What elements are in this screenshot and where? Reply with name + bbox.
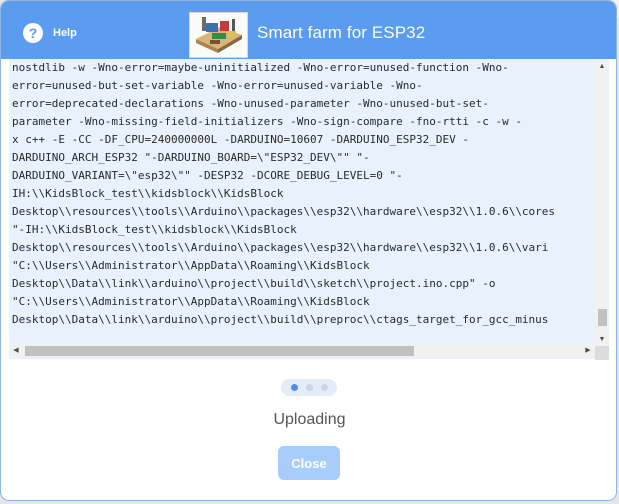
log-line: "C:\\Users\\Administrator\\AppData\\Roam…	[12, 295, 370, 308]
upload-status-text: Uploading	[273, 411, 346, 428]
scroll-up-arrow-icon[interactable]: ▲	[595, 59, 609, 73]
help-label: Help	[53, 27, 77, 39]
log-line: error=unused-but-set-variable -Wno-error…	[12, 79, 423, 92]
close-button[interactable]: Close	[278, 446, 340, 480]
scroll-left-arrow-icon[interactable]: ◀	[9, 343, 23, 357]
help-button[interactable]: ? Help	[23, 23, 77, 43]
progress-dot-active	[290, 384, 298, 391]
dialog-title: Smart farm for ESP32	[257, 23, 426, 42]
scroll-right-arrow-icon[interactable]: ▶	[581, 343, 595, 357]
log-line: Desktop\\resources\\tools\\Arduino\\pack…	[12, 205, 556, 218]
device-thumbnail	[189, 12, 248, 58]
log-line: DARDUINO_VARIANT=\"esp32\"" -DESP32 -DCO…	[12, 169, 403, 182]
log-line: DARDUINO_ARCH_ESP32 "-DARDUINO_BOARD=\"E…	[12, 151, 370, 164]
horizontal-scroll-thumb[interactable]	[25, 346, 414, 356]
scrollbar-corner	[595, 346, 609, 360]
progress-steps	[281, 379, 337, 396]
log-line: error=deprecated-declarations -Wno-unuse…	[12, 97, 489, 110]
vertical-scrollbar[interactable]: ▲ ▼	[595, 59, 609, 346]
log-line: x c++ -E -CC -DF_CPU=240000000L -DARDUIN…	[12, 133, 469, 146]
device-thumbnail-image	[196, 17, 242, 53]
log-line: Desktop\\Data\\link\\arduino\\project\\b…	[12, 313, 549, 326]
upload-log-panel[interactable]: nostdlib -w -Wno-error=maybe-uninitializ…	[9, 59, 609, 360]
progress-dot	[320, 384, 328, 391]
dialog-header: ? Help Smart farm for ESP32	[1, 1, 616, 59]
log-line: nostdlib -w -Wno-error=maybe-uninitializ…	[12, 61, 509, 74]
upload-dialog: ? Help Smart farm for ESP32 nostdlib -w …	[0, 0, 617, 501]
log-line: Desktop\\resources\\tools\\Arduino\\pack…	[12, 241, 549, 254]
log-line: Desktop\\Data\\link\\arduino\\project\\b…	[12, 277, 496, 290]
progress-dot	[305, 384, 313, 391]
log-line: parameter -Wno-missing-field-initializer…	[12, 115, 522, 128]
scroll-down-arrow-icon[interactable]: ▼	[595, 332, 609, 346]
upload-log-text: nostdlib -w -Wno-error=maybe-uninitializ…	[12, 59, 590, 328]
log-line: IH:\\KidsBlock_test\\kidsblock\\KidsBloc…	[12, 187, 284, 200]
horizontal-scrollbar[interactable]: ◀ ▶	[9, 343, 595, 357]
help-icon: ?	[23, 23, 43, 43]
log-line: "-IH:\\KidsBlock_test\\kidsblock\\KidsBl…	[12, 223, 297, 236]
vertical-scroll-thumb[interactable]	[598, 309, 607, 326]
log-line: "C:\\Users\\Administrator\\AppData\\Roam…	[12, 259, 370, 272]
